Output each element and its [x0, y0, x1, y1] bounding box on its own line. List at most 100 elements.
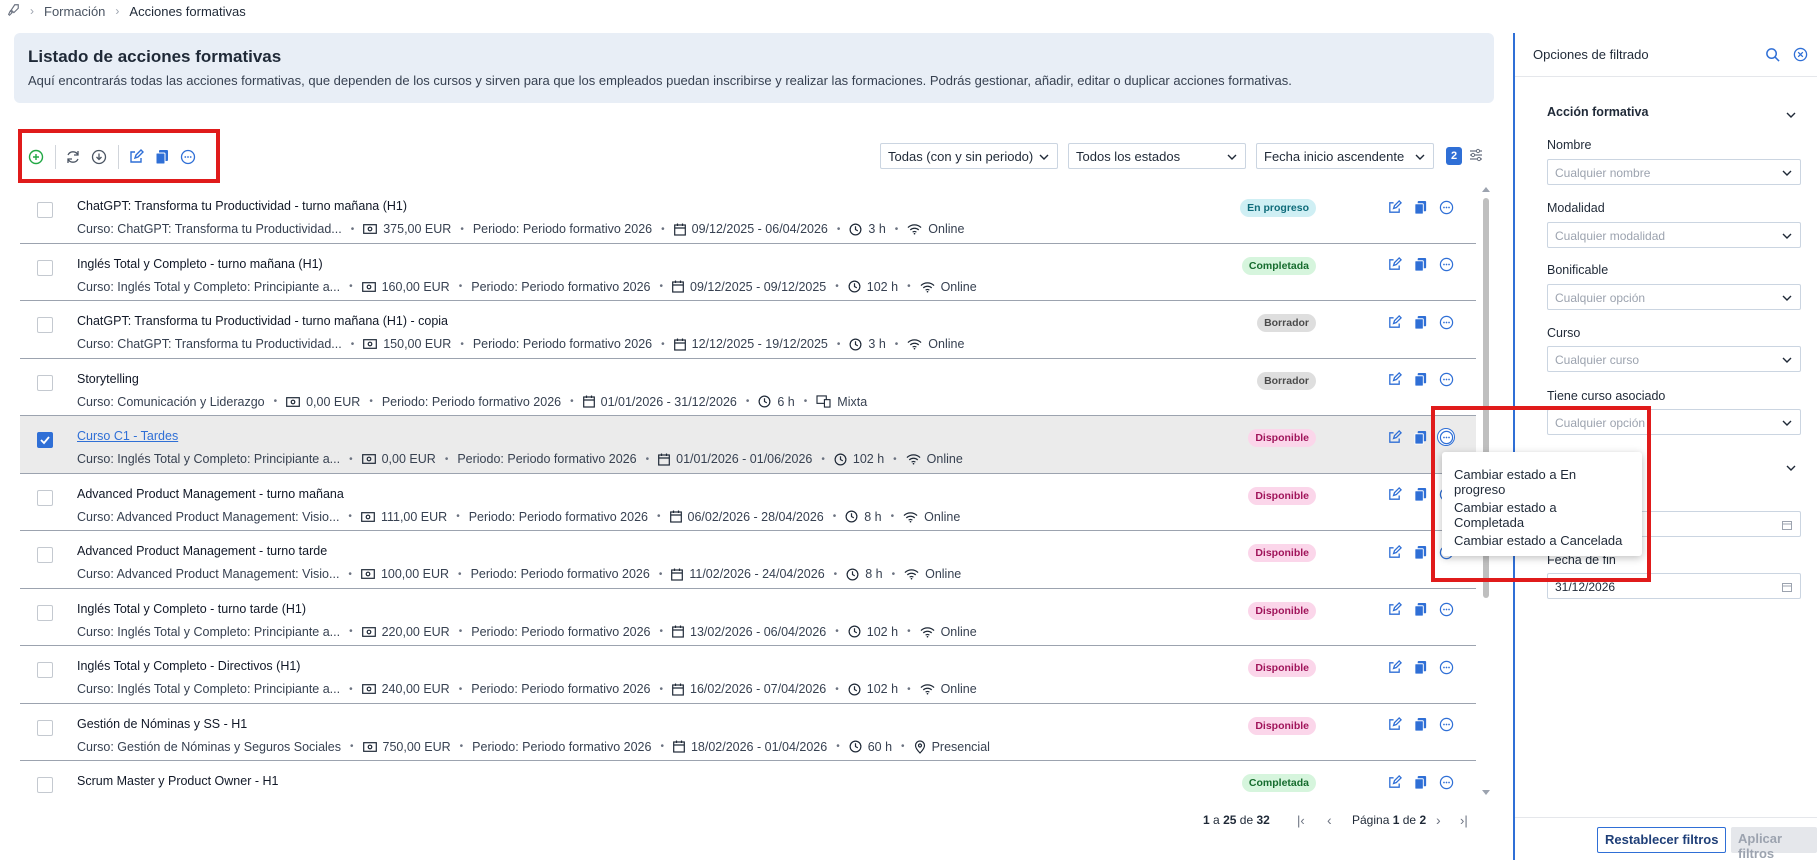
menu-item-cancelada[interactable]: Cambiar estado a Cancelada	[1442, 526, 1642, 559]
last-page-icon[interactable]: ›|	[1460, 813, 1468, 828]
row-checkbox[interactable]	[37, 604, 53, 621]
more-options-icon[interactable]	[1437, 198, 1455, 216]
duplicate-icon[interactable]	[1411, 371, 1429, 389]
modalidad-select[interactable]: Cualquier modalidad	[1547, 222, 1801, 248]
active-filters-badge[interactable]: 2	[1446, 147, 1462, 165]
calendar-icon[interactable]	[1781, 581, 1793, 593]
row-title[interactable]: Gestión de Nóminas y SS - H1	[77, 717, 247, 731]
section-title-accion-formativa[interactable]: Acción formativa	[1547, 105, 1648, 119]
scroll-down-arrow-icon[interactable]	[1482, 790, 1490, 796]
list-item[interactable]: Inglés Total y Completo - turno tarde (H…	[20, 589, 1476, 646]
row-checkbox[interactable]	[37, 202, 53, 218]
row-checkbox[interactable]	[37, 432, 53, 448]
row-checkbox[interactable]	[37, 547, 53, 563]
list-item[interactable]: ChatGPT: Transforma tu Productividad - t…	[20, 186, 1476, 244]
duplicate-icon[interactable]	[1411, 716, 1429, 734]
row-checkbox[interactable]	[37, 777, 53, 793]
row-title[interactable]: Curso C1 - Tardes	[77, 429, 178, 443]
more-options-icon[interactable]	[1437, 256, 1455, 274]
list-item[interactable]: Scrum Master y Product Owner - H1 Comple…	[20, 761, 1476, 796]
more-options-icon[interactable]	[1437, 601, 1455, 619]
edit-icon[interactable]	[1385, 313, 1403, 331]
edit-icon[interactable]	[1385, 658, 1403, 676]
list-item[interactable]: Gestión de Nóminas y SS - H1 Curso: Gest…	[20, 704, 1476, 761]
list-item[interactable]: Inglés Total y Completo - Directivos (H1…	[20, 646, 1476, 704]
close-icon[interactable]	[1793, 47, 1808, 67]
edit-icon[interactable]	[1385, 428, 1403, 446]
row-title[interactable]: Inglés Total y Completo - Directivos (H1…	[77, 659, 300, 673]
search-icon[interactable]	[1765, 47, 1780, 67]
refresh-icon[interactable]	[64, 148, 82, 166]
duplicate-icon[interactable]	[1411, 486, 1429, 504]
nombre-select[interactable]: Cualquier nombre	[1547, 159, 1801, 185]
status-filter-select[interactable]: Todos los estados	[1068, 143, 1246, 169]
row-title[interactable]: Inglés Total y Completo - turno mañana (…	[77, 257, 323, 271]
duplicate-icon[interactable]	[1411, 428, 1429, 446]
row-title[interactable]: ChatGPT: Transforma tu Productividad - t…	[77, 314, 448, 328]
row-checkbox[interactable]	[37, 662, 53, 678]
bonificable-select[interactable]: Cualquier opción	[1547, 284, 1801, 310]
row-checkbox[interactable]	[37, 719, 53, 736]
row-title[interactable]: Inglés Total y Completo - turno tarde (H…	[77, 602, 306, 616]
end-date-input[interactable]: 31/12/2026	[1547, 573, 1801, 599]
list-item[interactable]: Curso C1 - Tardes Curso: Inglés Total y …	[20, 416, 1476, 474]
next-page-icon[interactable]: ›	[1436, 812, 1441, 828]
duplicate-icon[interactable]	[1411, 543, 1429, 561]
row-title[interactable]: Advanced Product Management - turno maña…	[77, 487, 344, 501]
filter-settings-icon[interactable]	[1468, 147, 1484, 168]
calendar-icon[interactable]	[1781, 519, 1793, 531]
more-options-icon[interactable]	[1437, 773, 1455, 791]
duplicate-icon[interactable]	[1411, 773, 1429, 791]
first-page-icon[interactable]: |‹	[1297, 813, 1305, 828]
edit-icon[interactable]	[1385, 716, 1403, 734]
edit-icon[interactable]	[1385, 371, 1403, 389]
list-item[interactable]: Inglés Total y Completo - turno mañana (…	[20, 244, 1476, 301]
menu-item-en-progreso[interactable]: Cambiar estado a En progreso	[1442, 460, 1642, 497]
chevron-down-icon[interactable]	[1785, 108, 1797, 126]
row-title[interactable]: Scrum Master y Product Owner - H1	[77, 774, 278, 788]
edit-icon[interactable]	[1385, 256, 1403, 274]
row-title[interactable]: Advanced Product Management - turno tard…	[77, 544, 327, 558]
row-checkbox[interactable]	[37, 374, 53, 391]
more-options-icon[interactable]	[1437, 716, 1455, 734]
edit-icon[interactable]	[1385, 601, 1403, 619]
edit-icon[interactable]	[127, 148, 145, 166]
duplicate-icon[interactable]	[1411, 198, 1429, 216]
add-icon[interactable]	[27, 148, 45, 166]
list-item[interactable]: Storytelling Curso: Comunicación y Lider…	[20, 359, 1476, 416]
edit-icon[interactable]	[1385, 198, 1403, 216]
duplicate-icon[interactable]	[153, 148, 171, 166]
apply-filters-button[interactable]: Aplicar filtros	[1731, 827, 1817, 861]
more-options-icon[interactable]	[1437, 371, 1455, 389]
row-checkbox[interactable]	[37, 317, 53, 333]
more-options-icon[interactable]	[1437, 313, 1455, 331]
scroll-up-arrow-icon[interactable]	[1482, 186, 1490, 192]
more-options-icon[interactable]	[1437, 428, 1455, 446]
duplicate-icon[interactable]	[1411, 256, 1429, 274]
reset-filters-button[interactable]: Restablecer filtros	[1597, 827, 1727, 853]
more-options-icon[interactable]	[1437, 658, 1455, 676]
tiene-curso-select[interactable]: Cualquier opción	[1547, 409, 1801, 435]
rocket-icon[interactable]	[6, 3, 20, 20]
duplicate-icon[interactable]	[1411, 658, 1429, 676]
download-icon[interactable]	[90, 148, 108, 166]
list-item[interactable]: Advanced Product Management - turno maña…	[20, 474, 1476, 531]
edit-icon[interactable]	[1385, 773, 1403, 791]
breadcrumb-link-formacion[interactable]: Formación	[44, 4, 105, 19]
menu-item-completada[interactable]: Cambiar estado a Completada	[1442, 493, 1642, 530]
edit-icon[interactable]	[1385, 543, 1403, 561]
row-checkbox[interactable]	[37, 489, 53, 506]
edit-icon[interactable]	[1385, 486, 1403, 504]
period-filter-select[interactable]: Todas (con y sin periodo)	[880, 143, 1058, 169]
row-checkbox[interactable]	[37, 259, 53, 276]
duplicate-icon[interactable]	[1411, 313, 1429, 331]
list-item[interactable]: Advanced Product Management - turno tard…	[20, 531, 1476, 589]
prev-page-icon[interactable]: ‹	[1327, 812, 1332, 828]
sort-select[interactable]: Fecha inicio ascendente	[1256, 143, 1434, 169]
more-options-icon[interactable]	[179, 148, 197, 166]
duplicate-icon[interactable]	[1411, 601, 1429, 619]
curso-select[interactable]: Cualquier curso	[1547, 346, 1801, 372]
list-item[interactable]: ChatGPT: Transforma tu Productividad - t…	[20, 301, 1476, 359]
row-title[interactable]: Storytelling	[77, 372, 139, 386]
chevron-down-icon[interactable]	[1785, 461, 1797, 479]
